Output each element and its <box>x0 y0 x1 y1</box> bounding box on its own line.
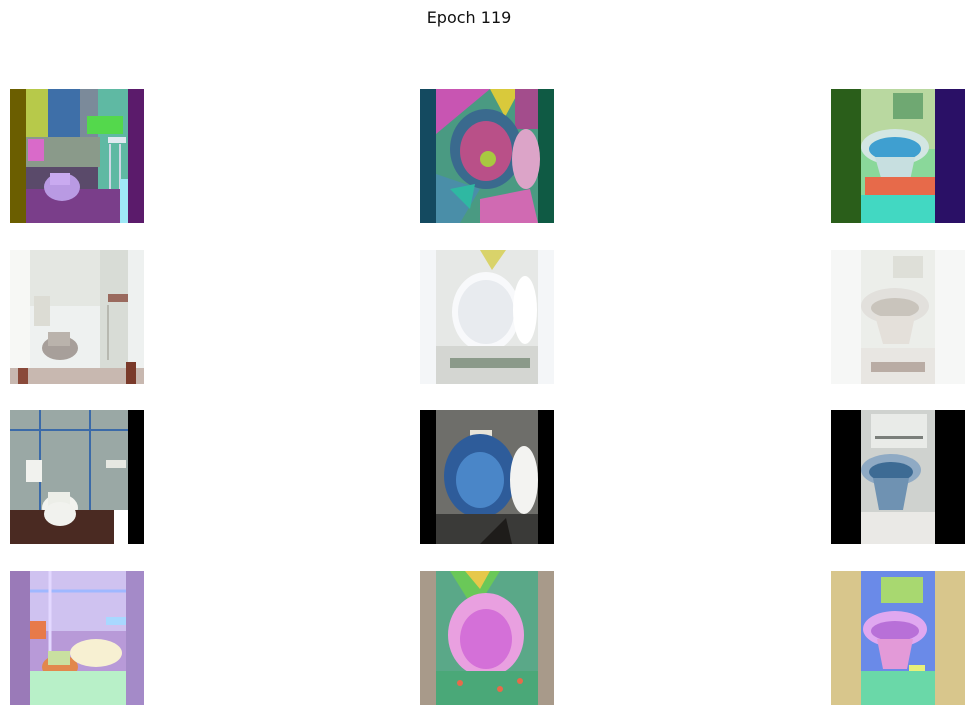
image-tile-r4-c3 <box>831 571 965 705</box>
figure-title: Epoch 119 <box>426 8 512 27</box>
image-tile-r2-c2 <box>420 250 554 384</box>
image-tile-r1-c1 <box>10 89 144 223</box>
image-tile-r4-c2 <box>420 571 554 705</box>
image-tile-r2-c1 <box>10 250 144 384</box>
image-tile-r1-c3 <box>831 89 965 223</box>
image-tile-r2-c3 <box>831 250 965 384</box>
image-tile-r3-c1 <box>10 410 144 544</box>
image-tile-r1-c2 <box>420 89 554 223</box>
image-tile-r4-c1 <box>10 571 144 705</box>
image-tile-r3-c2 <box>420 410 554 544</box>
image-tile-r3-c3 <box>831 410 965 544</box>
